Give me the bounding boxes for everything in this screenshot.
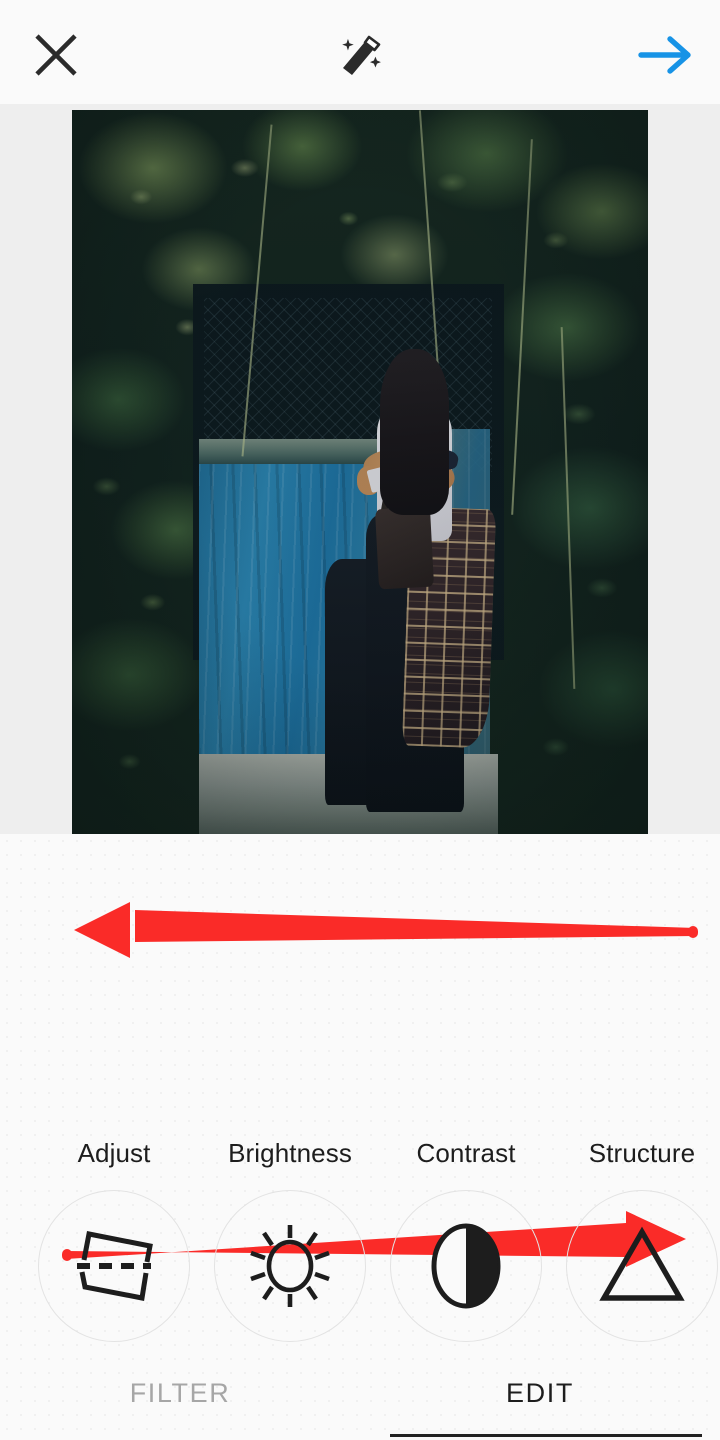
tool-icon-circle [38, 1190, 190, 1342]
next-button[interactable] [628, 22, 704, 88]
tab-edit[interactable]: EDIT [360, 1366, 720, 1440]
tool-label: Brightness [228, 1138, 352, 1168]
tool-icon-circle [566, 1190, 718, 1342]
magic-wand-icon [342, 35, 381, 75]
close-icon [35, 34, 77, 76]
photo-stage [0, 104, 720, 834]
photo-editor-screen: Adjust Brightness Contrast Structure FIL… [0, 0, 720, 1440]
active-tab-indicator [390, 1434, 702, 1437]
tool-label: Contrast [416, 1138, 516, 1168]
tab-filter[interactable]: FILTER [0, 1366, 360, 1440]
sun-icon [250, 1225, 330, 1307]
top-bar [0, 0, 720, 104]
half-circle-icon [431, 1223, 501, 1309]
tool-label: Structure [588, 1138, 696, 1168]
tool-adjust[interactable]: Adjust [26, 1138, 202, 1342]
tool-icon-circle [390, 1190, 542, 1342]
photo-vignette [72, 110, 648, 834]
tool-icon-circle [214, 1190, 366, 1342]
photo-preview[interactable] [72, 110, 648, 834]
tool-label: Adjust [77, 1138, 151, 1168]
tool-structure[interactable]: Structure [554, 1138, 720, 1342]
triangle-icon [599, 1226, 685, 1301]
close-button[interactable] [20, 22, 92, 88]
editor-panel [0, 834, 720, 1440]
auto-enhance-button[interactable] [324, 22, 400, 88]
tool-contrast[interactable]: Contrast [378, 1138, 554, 1342]
perspective-icon [77, 1231, 153, 1301]
arrow-right-icon [638, 36, 691, 74]
bottom-tab-bar[interactable]: FILTER EDIT [0, 1366, 720, 1440]
tool-brightness[interactable]: Brightness [202, 1138, 378, 1342]
